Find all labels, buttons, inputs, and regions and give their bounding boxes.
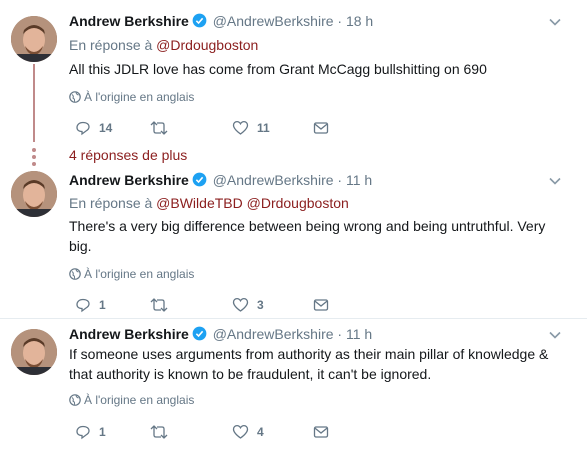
tweet-header: Andrew Berkshire @AndrewBerkshire · 11 h <box>69 324 372 344</box>
like-count: 4 <box>257 425 264 439</box>
translation-note[interactable]: À l'origine en anglais <box>69 266 194 282</box>
reply-prefix: En réponse à <box>69 195 157 211</box>
retweet-button[interactable] <box>149 422 177 442</box>
globe-icon <box>69 91 81 103</box>
tweet-time[interactable]: · 18 h <box>337 13 373 29</box>
reply-context: En réponse à @Drdougboston <box>69 35 258 55</box>
tweet-text: All this JDLR love has come from Grant M… <box>69 61 487 77</box>
verified-badge-icon <box>192 13 207 28</box>
tweet-actions: 14 11 <box>69 118 369 138</box>
globe-icon <box>69 268 81 280</box>
chevron-down-icon[interactable] <box>548 174 562 188</box>
avatar[interactable] <box>11 171 57 217</box>
retweet-button[interactable] <box>149 118 177 138</box>
reply-icon <box>76 425 90 440</box>
like-count: 3 <box>257 298 264 312</box>
translation-label: À l'origine en anglais <box>84 267 195 281</box>
avatar-image <box>11 329 57 375</box>
thread-dot <box>32 155 36 159</box>
chevron-down-icon[interactable] <box>548 328 562 342</box>
dm-button[interactable] <box>313 118 329 138</box>
avatar[interactable] <box>11 16 57 62</box>
reply-icon <box>76 121 90 136</box>
globe-icon <box>69 394 81 406</box>
avatar[interactable] <box>11 329 57 375</box>
tweet-text: If someone uses arguments from authority… <box>69 346 549 382</box>
author-name[interactable]: Andrew Berkshire <box>69 326 189 342</box>
direct-message-icon <box>313 426 329 438</box>
retweet-button[interactable] <box>149 295 177 315</box>
reply-context: En réponse à @BWildeTBD @Drdougboston <box>69 193 349 213</box>
direct-message-icon <box>313 122 329 134</box>
verified-badge-icon <box>192 172 207 187</box>
like-icon <box>232 120 249 135</box>
reply-count: 1 <box>99 298 106 312</box>
translation-note[interactable]: À l'origine en anglais <box>69 89 194 105</box>
tweet[interactable]: Andrew Berkshire @AndrewBerkshire · 11 h… <box>0 319 587 449</box>
tweet-time[interactable]: · 11 h <box>337 326 372 342</box>
reply-button[interactable]: 14 <box>75 118 112 138</box>
chevron-down-icon[interactable] <box>548 15 562 29</box>
avatar-image <box>11 171 57 217</box>
reply-button[interactable]: 1 <box>75 422 106 442</box>
author-name[interactable]: Andrew Berkshire <box>69 172 189 188</box>
retweet-icon <box>150 121 168 135</box>
author-handle[interactable]: @AndrewBerkshire <box>213 172 334 188</box>
tweet-actions: 1 3 <box>69 295 369 315</box>
author-name[interactable]: Andrew Berkshire <box>69 13 189 29</box>
like-button[interactable]: 4 <box>232 422 264 442</box>
tweet-actions: 1 4 <box>69 422 369 442</box>
verified-badge-icon <box>192 326 207 341</box>
translation-label: À l'origine en anglais <box>84 90 195 104</box>
tweet[interactable]: Andrew Berkshire @AndrewBerkshire · 18 h… <box>0 0 587 140</box>
translation-note[interactable]: À l'origine en anglais <box>69 392 194 408</box>
direct-message-icon <box>313 299 329 311</box>
author-handle[interactable]: @AndrewBerkshire <box>213 13 334 29</box>
tweet-time[interactable]: · 11 h <box>337 172 372 188</box>
like-count: 11 <box>257 121 270 135</box>
like-icon <box>232 297 249 312</box>
author-handle[interactable]: @AndrewBerkshire <box>213 326 334 342</box>
translation-label: À l'origine en anglais <box>84 393 195 407</box>
dm-button[interactable] <box>313 422 329 442</box>
reply-mention[interactable]: @Drdougboston <box>156 37 258 53</box>
tweet-header: Andrew Berkshire @AndrewBerkshire · 11 h <box>69 170 372 190</box>
tweet-header: Andrew Berkshire @AndrewBerkshire · 18 h <box>69 11 373 31</box>
dm-button[interactable] <box>313 295 329 315</box>
reply-count: 1 <box>99 425 106 439</box>
tweet[interactable]: Andrew Berkshire @AndrewBerkshire · 11 h… <box>0 160 587 320</box>
avatar-image <box>11 16 57 62</box>
like-button[interactable]: 11 <box>232 118 270 138</box>
tweet-text: There's a very big difference between be… <box>69 218 546 254</box>
reply-count: 14 <box>99 121 113 135</box>
reply-prefix: En réponse à <box>69 37 157 53</box>
thread-dot <box>32 148 36 152</box>
reply-mention[interactable]: @BWildeTBD @Drdougboston <box>156 195 349 211</box>
like-button[interactable]: 3 <box>232 295 264 315</box>
like-icon <box>232 424 249 439</box>
reply-icon <box>76 298 90 313</box>
retweet-icon <box>150 425 168 439</box>
retweet-icon <box>150 298 168 312</box>
reply-button[interactable]: 1 <box>75 295 106 315</box>
